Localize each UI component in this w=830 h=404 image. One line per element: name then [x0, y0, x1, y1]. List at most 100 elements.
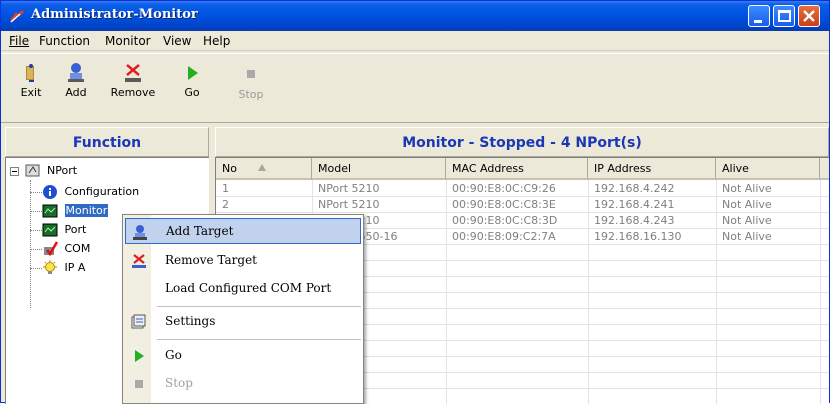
tree-item-label: Configuration	[64, 185, 140, 198]
tree-item-monitor[interactable]: Monitor	[42, 202, 109, 220]
remove-label: Remove	[110, 86, 156, 99]
menu-monitor[interactable]: Monitor	[105, 34, 151, 48]
menu-item-add-target[interactable]: Add Target	[125, 218, 361, 244]
column-header-mac-address[interactable]: MAC Address	[446, 158, 588, 180]
exit-label: Exit	[20, 86, 42, 99]
tree-item-label: COM	[64, 242, 91, 255]
maximize-icon	[778, 10, 791, 22]
menu-item-label: Remove Target	[165, 253, 258, 267]
column-header-alive[interactable]: Alive	[716, 158, 820, 180]
tree-item-ip-address[interactable]: IP A	[42, 259, 85, 277]
monitor-icon	[42, 204, 58, 218]
info-icon	[43, 185, 57, 199]
tree-item-label: Monitor	[64, 204, 109, 217]
tree-item-configuration[interactable]: Configuration	[42, 183, 139, 201]
menu-file[interactable]: File	[9, 34, 29, 48]
menu-item-label: Stop	[165, 376, 193, 390]
cell-ip: 192.168.4.243	[594, 214, 675, 227]
go-label: Go	[184, 86, 200, 99]
function-panel-title: Function	[5, 127, 209, 157]
app-window: Administrator-Monitor File Function Moni…	[0, 0, 830, 404]
menu-bar: File Function Monitor View Help	[1, 31, 829, 51]
tree-connector	[30, 230, 42, 231]
stop-icon	[135, 380, 143, 388]
menu-help[interactable]: Help	[203, 34, 230, 48]
collapse-icon[interactable]	[10, 166, 19, 176]
exit-icon	[26, 64, 34, 82]
stop-icon	[247, 70, 255, 78]
menu-item-remove-target[interactable]: Remove Target	[125, 248, 361, 274]
minimize-button[interactable]	[748, 5, 770, 27]
cell-ip: 192.168.16.130	[594, 230, 682, 243]
settings-icon	[131, 314, 146, 329]
monitor-panel-title: Monitor - Stopped - 4 NPort(s)	[215, 127, 829, 157]
tree-connector	[30, 192, 42, 193]
cell-mac: 00:90:E8:09:C2:7A	[452, 230, 556, 243]
add-button[interactable]: Add	[54, 58, 98, 118]
menu-view[interactable]: View	[163, 34, 191, 48]
menu-item-label: Load Configured COM Port	[165, 281, 332, 295]
cell-no: 2	[222, 198, 229, 211]
add-target-icon	[133, 225, 147, 240]
remove-target-icon	[132, 254, 146, 268]
cell-mac: 00:90:E8:0C:C8:3D	[452, 214, 558, 227]
nport-device-icon	[25, 164, 39, 177]
column-header-filler	[820, 158, 829, 180]
menu-item-go[interactable]: Go	[125, 343, 361, 369]
column-header-no[interactable]: No	[216, 158, 312, 180]
cell-mac: 00:90:E8:0C:C9:26	[452, 182, 556, 195]
menu-function[interactable]: Function	[39, 34, 90, 48]
play-icon	[135, 350, 144, 362]
cell-ip: 192.168.4.241	[594, 198, 675, 211]
remove-button[interactable]: Remove	[105, 58, 161, 118]
cell-mac: 00:90:E8:0C:C8:3E	[452, 198, 556, 211]
toolbar: Exit Add Remove Go Stop	[1, 53, 829, 123]
menu-item-load-configured-com-port[interactable]: Load Configured COM Port	[125, 276, 361, 302]
menu-item-settings[interactable]: Settings	[125, 309, 361, 335]
stop-button[interactable]: Stop	[229, 58, 273, 118]
menu-separator	[157, 339, 361, 340]
cell-alive: Not Alive	[722, 198, 772, 211]
menu-item-label: Add Target	[166, 224, 234, 238]
tree-root-nport[interactable]: NPort	[10, 162, 77, 180]
stop-label: Stop	[238, 88, 264, 101]
remove-target-icon	[125, 64, 141, 82]
cell-alive: Not Alive	[722, 182, 772, 195]
column-header-ip-address[interactable]: IP Address	[588, 158, 716, 180]
cell-model: NPort 5210	[318, 182, 380, 195]
play-icon	[188, 66, 198, 80]
tree-connector	[30, 180, 31, 308]
monitor-icon	[42, 223, 58, 237]
menu-separator	[157, 306, 361, 307]
bulb-icon	[43, 260, 57, 274]
tree-root-label: NPort	[47, 164, 78, 177]
app-logo-icon	[10, 10, 24, 23]
window-title: Administrator-Monitor	[31, 7, 198, 22]
tree-connector	[30, 249, 42, 250]
cell-alive: Not Alive	[722, 230, 772, 243]
title-bar[interactable]: Administrator-Monitor	[1, 1, 829, 31]
tree-item-label: IP A	[64, 261, 86, 274]
cell-no: 1	[222, 182, 229, 195]
add-target-icon	[68, 63, 84, 82]
com-mapping-icon	[44, 241, 58, 257]
column-header-model[interactable]: Model	[312, 158, 446, 180]
exit-button[interactable]: Exit	[9, 58, 53, 118]
go-button[interactable]: Go	[170, 58, 214, 118]
menu-item-stop[interactable]: Stop	[125, 371, 361, 397]
cell-model: NPort 5210	[318, 198, 380, 211]
menu-item-label: Settings	[165, 314, 216, 328]
add-label: Add	[65, 86, 87, 99]
menu-item-label: Go	[165, 348, 182, 362]
tree-item-label: Port	[64, 223, 87, 236]
sort-ascending-icon	[258, 164, 266, 171]
context-menu: Add Target Remove Target Load Configured…	[122, 214, 364, 404]
tree-item-com[interactable]: COM	[42, 240, 90, 258]
maximize-button[interactable]	[773, 5, 795, 27]
tree-connector	[30, 268, 42, 269]
tree-connector	[30, 211, 42, 212]
cell-alive: Not Alive	[722, 214, 772, 227]
close-icon	[803, 10, 815, 22]
tree-item-port[interactable]: Port	[42, 221, 86, 239]
close-button[interactable]	[798, 5, 820, 27]
